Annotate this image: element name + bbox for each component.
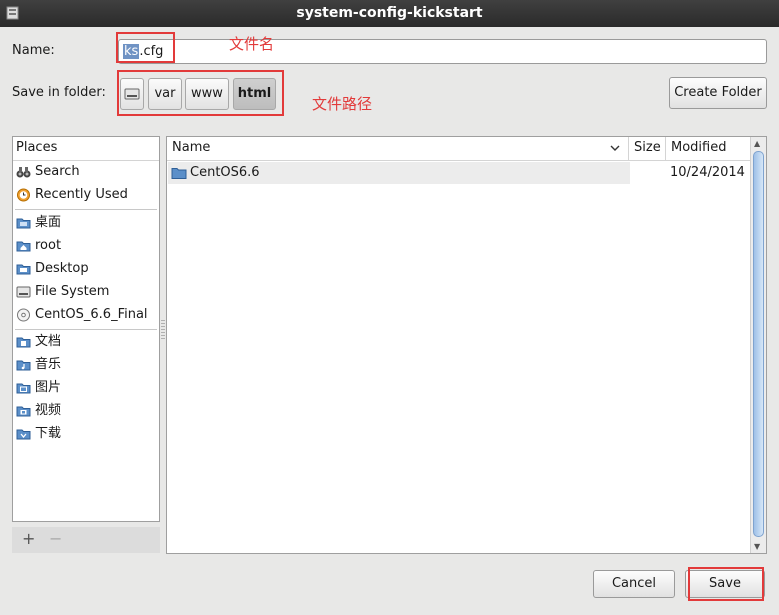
downloads-folder-icon [16,429,31,440]
place-label: Search [35,164,80,179]
vertical-scrollbar[interactable]: ▲ ▼ [750,137,766,553]
pictures-folder-icon [16,383,31,394]
pane-resize-handle[interactable] [161,320,165,340]
place-label: 视频 [35,403,62,418]
place-desktop[interactable]: Desktop [13,258,159,280]
home-folder-icon [16,241,31,252]
place-label: 图片 [35,380,62,395]
file-name: CentOS6.6 [190,165,260,180]
place-label: 文档 [35,334,62,349]
place-label: File System [35,284,110,299]
highlight-path-box [117,70,284,116]
place-pictures[interactable]: 图片 [13,377,159,399]
places-toolbar: + − [12,527,160,553]
place-root[interactable]: root [13,235,159,257]
place-downloads[interactable]: 下载 [13,423,159,445]
app-icon [6,6,19,20]
places-separator [15,329,157,330]
annotation-filename: 文件名 [229,35,275,53]
column-name-label: Name [172,140,211,155]
place-label: 音乐 [35,357,62,372]
file-list: Name Size Modified CentOS6.6 10/24/2014 … [166,136,767,554]
annotation-path: 文件路径 [312,95,373,113]
column-header-size[interactable]: Size [629,137,666,161]
place-zhuomian[interactable]: 桌面 [13,212,159,234]
place-search[interactable]: Search [13,161,159,183]
file-modified: 10/24/2014 [670,165,745,180]
window-title: system-config-kickstart [296,5,483,21]
place-label: CentOS_6.6_Final [35,307,148,322]
binoculars-icon [16,167,31,178]
drive-icon [16,286,31,298]
place-videos[interactable]: 视频 [13,400,159,422]
place-label: 桌面 [35,215,62,230]
scrollbar-thumb[interactable] [753,151,764,537]
disc-icon [17,308,30,322]
save-in-folder-label: Save in folder: [12,85,106,100]
place-label: root [35,238,62,253]
place-music[interactable]: 音乐 [13,354,159,376]
column-header-modified[interactable]: Modified [666,137,750,161]
place-label: 下载 [35,426,62,441]
place-recently-used[interactable]: Recently Used [13,184,159,206]
highlight-save-box [688,567,764,601]
folder-icon [171,168,187,179]
places-separator [15,209,157,210]
place-label: Desktop [35,261,89,276]
documents-folder-icon [16,337,31,348]
name-label: Name: [12,43,55,58]
desktop-folder-icon [16,264,31,275]
videos-folder-icon [16,406,31,417]
filename-input[interactable]: ks.cfg [118,39,767,64]
sort-down-icon [610,145,620,151]
add-bookmark-button[interactable]: + [22,529,35,548]
cancel-button[interactable]: Cancel [593,570,675,598]
place-label: Recently Used [35,187,128,202]
folder-icon [16,218,31,229]
clock-icon [17,188,30,202]
create-folder-button[interactable]: Create Folder [669,77,767,109]
file-row-centos6-6[interactable]: CentOS6.6 [168,162,630,184]
place-file-system[interactable]: File System [13,281,159,303]
places-header[interactable]: Places [13,137,159,161]
column-header-name[interactable]: Name [167,137,629,161]
highlight-filename-box [116,32,175,63]
place-documents[interactable]: 文档 [13,331,159,353]
places-panel: Places Search Recently Used 桌面 root Desk… [12,136,160,522]
place-centos-disc[interactable]: CentOS_6.6_Final [13,304,159,326]
scroll-down-icon[interactable]: ▼ [754,542,760,551]
title-bar: system-config-kickstart [0,0,779,27]
music-folder-icon [16,360,31,371]
remove-bookmark-button[interactable]: − [49,529,62,548]
scroll-up-icon[interactable]: ▲ [754,139,760,148]
